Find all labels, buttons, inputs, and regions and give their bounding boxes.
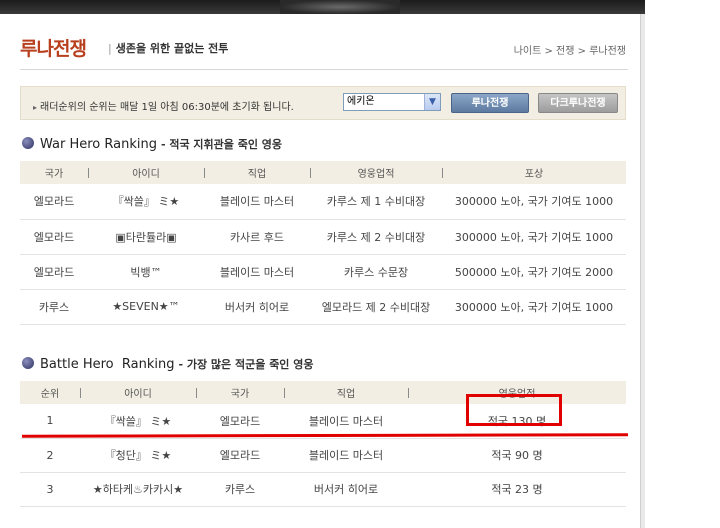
column-header: 직업 <box>204 161 310 184</box>
column-header: 순위 <box>20 381 80 404</box>
chevron-down-icon[interactable]: ▼ <box>424 94 440 110</box>
column-header: 아이디 <box>80 381 196 404</box>
cell-nation: 엘모라드 <box>196 404 284 439</box>
cell-reward: 300000 노아, 국가 기여도 1000 <box>442 289 626 325</box>
column-header: 포상 <box>442 161 626 184</box>
highlight-box-annotation <box>466 394 562 426</box>
main-content: 루나전쟁 생존을 위한 끝없는 전투 나이트 > 전쟁 > 루나전쟁 래더순위의… <box>0 14 640 528</box>
cell-achievement: 카루스 제 1 수비대장 <box>310 184 442 220</box>
cell-id: ★하타케♨카카시★ <box>80 472 196 507</box>
cell-reward: 300000 노아, 국가 기여도 1000 <box>442 219 626 255</box>
cell-id: 『싹쓸』 ミ★ <box>88 184 204 220</box>
title-divider <box>20 69 628 70</box>
war-hero-table: 국가 아이디 직업 영웅업적 포상 엘모라드 『싹쓸』 ミ★ 블레이드 마스터 … <box>20 161 626 325</box>
column-header: 직업 <box>284 381 408 404</box>
bullet-icon <box>22 357 34 369</box>
cell-reward: 300000 노아, 국가 기여도 1000 <box>442 184 626 220</box>
column-header: 아이디 <box>88 161 204 184</box>
battle-hero-heading: Battle Hero Ranking - 가장 많은 적군을 죽인 영웅 <box>22 356 314 372</box>
table-row: 카루스 ★SEVEN★™ 버서커 히어로 엘모라드 제 2 수비대장 30000… <box>20 289 626 325</box>
banner-ornament <box>280 0 400 14</box>
cell-nation: 카루스 <box>196 472 284 507</box>
cell-class: 블레이드 마스터 <box>204 254 310 290</box>
war-hero-subtitle: - 적국 지휘관을 죽인 영웅 <box>160 138 283 151</box>
column-header: 영웅업적 <box>310 161 442 184</box>
bullet-icon <box>22 137 34 149</box>
cell-nation: 엘모라드 <box>196 438 284 473</box>
dark-luna-war-button[interactable]: 다크루나전쟁 <box>538 93 618 113</box>
cell-id: 빅뱅™ <box>88 254 204 290</box>
cell-nation: 엘모라드 <box>20 219 88 255</box>
cell-rank: 2 <box>20 438 80 473</box>
cell-rank: 1 <box>20 404 80 439</box>
server-select[interactable]: 에키온 ▼ <box>343 93 441 111</box>
cell-achievement: 적국 90 명 <box>408 438 626 473</box>
cell-class: 버서커 히어로 <box>284 472 408 507</box>
cell-nation: 엘모라드 <box>20 184 88 220</box>
notice-bar: 래더순위의 순위는 매달 1일 아침 06:30분에 초기화 됩니다. 에키온 … <box>20 86 626 120</box>
cell-id: ▣타란튤라▣ <box>88 219 204 255</box>
cell-reward: 500000 노아, 국가 기여도 2000 <box>442 254 626 290</box>
column-header: 국가 <box>196 381 284 404</box>
battle-hero-subtitle: - 가장 많은 적군을 죽인 영웅 <box>178 358 314 371</box>
war-hero-title: War Hero Ranking <box>40 137 157 152</box>
breadcrumb[interactable]: 나이트 > 전쟁 > 루나전쟁 <box>514 42 626 57</box>
column-header: 국가 <box>20 161 88 184</box>
table-row: 2 『청단』 ミ★ 엘모라드 블레이드 마스터 적국 90 명 <box>20 438 626 473</box>
page-title: 루나전쟁 <box>20 38 87 60</box>
cell-achievement: 카루스 수문장 <box>310 254 442 290</box>
table-header-row: 국가 아이디 직업 영웅업적 포상 <box>20 161 626 184</box>
cell-achievement: 엘모라드 제 2 수비대장 <box>310 289 442 325</box>
notice-text: 래더순위의 순위는 매달 1일 아침 06:30분에 초기화 됩니다. <box>33 98 294 113</box>
cell-rank: 3 <box>20 472 80 507</box>
cell-achievement: 카루스 제 2 수비대장 <box>310 219 442 255</box>
cell-id: 『싹쓸』 ミ★ <box>80 404 196 439</box>
cell-class: 카사르 후드 <box>204 219 310 255</box>
table-row: 3 ★하타케♨카카시★ 카루스 버서커 히어로 적국 23 명 <box>20 472 626 507</box>
top-banner <box>0 0 645 14</box>
right-edge <box>640 14 645 528</box>
luna-war-button[interactable]: 루나전쟁 <box>451 93 529 113</box>
table-row: 엘모라드 빅뱅™ 블레이드 마스터 카루스 수문장 500000 노아, 국가 … <box>20 254 626 290</box>
cell-id: ★SEVEN★™ <box>88 289 204 325</box>
cell-achievement: 적국 23 명 <box>408 472 626 507</box>
cell-class: 버서커 히어로 <box>204 289 310 325</box>
page: 루나전쟁 생존을 위한 끝없는 전투 나이트 > 전쟁 > 루나전쟁 래더순위의… <box>0 0 720 528</box>
cell-nation: 엘모라드 <box>20 254 88 290</box>
server-select-value: 에키온 <box>347 96 375 107</box>
table-row: 엘모라드 ▣타란튤라▣ 카사르 후드 카루스 제 2 수비대장 300000 노… <box>20 219 626 255</box>
cell-class: 블레이드 마스터 <box>204 184 310 220</box>
table-row: 엘모라드 『싹쓸』 ミ★ 블레이드 마스터 카루스 제 1 수비대장 30000… <box>20 184 626 220</box>
war-hero-heading: War Hero Ranking - 적국 지휘관을 죽인 영웅 <box>22 136 282 152</box>
page-subtitle: 생존을 위한 끝없는 전투 <box>108 40 229 56</box>
battle-hero-title: Battle Hero Ranking <box>40 357 175 372</box>
cell-nation: 카루스 <box>20 289 88 325</box>
cell-id: 『청단』 ミ★ <box>80 438 196 473</box>
cell-class: 블레이드 마스터 <box>284 438 408 473</box>
